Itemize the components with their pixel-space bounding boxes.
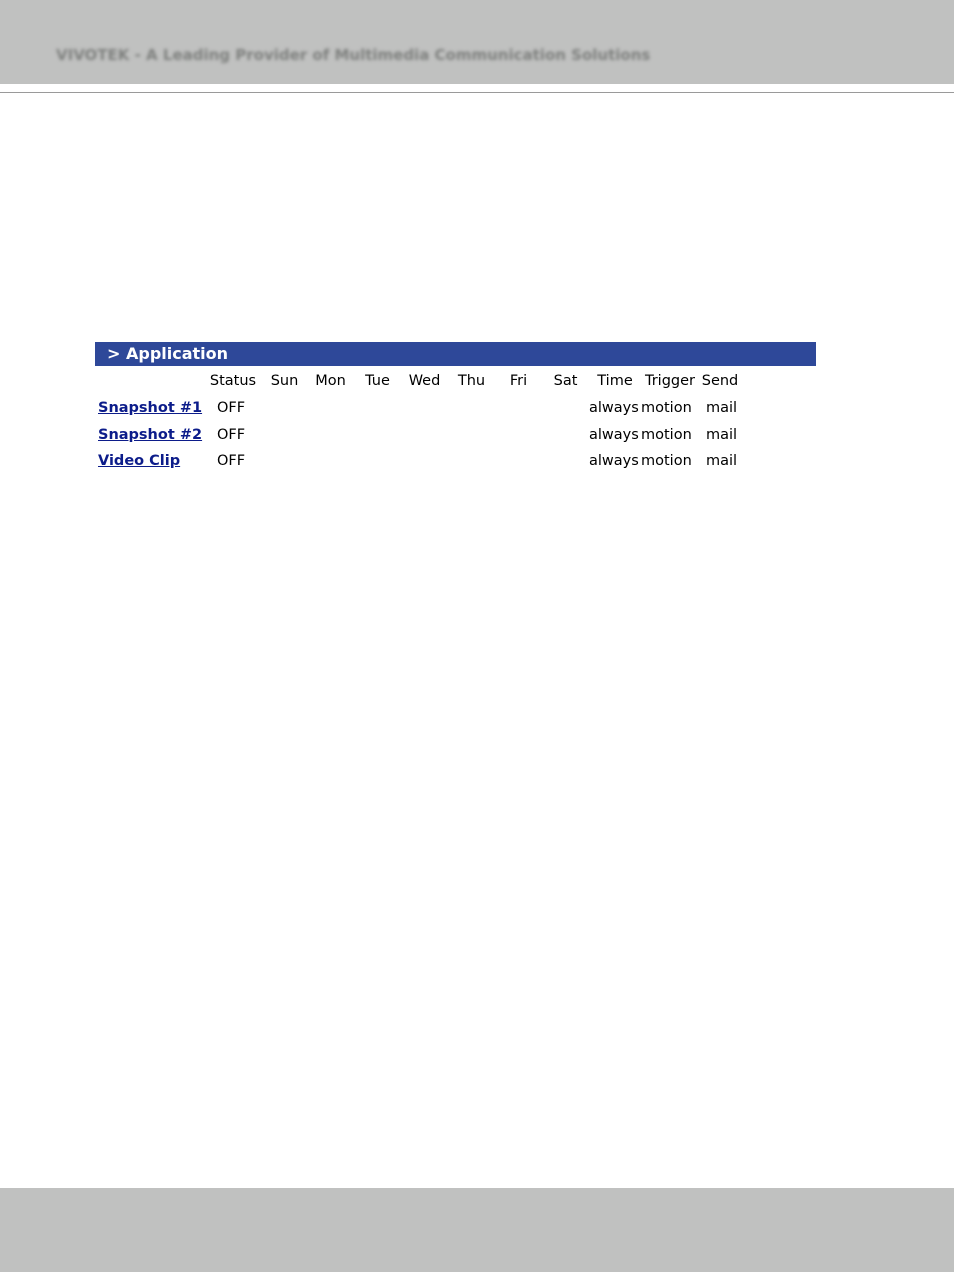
thu-value — [448, 421, 495, 448]
application-table: Status Sun Mon Tue Wed Thu Fri Sat Time … — [95, 368, 741, 475]
send-value: mail — [706, 453, 738, 470]
sun-value — [262, 421, 307, 448]
row-name-cell: Video Clip — [95, 448, 204, 475]
video-clip-link[interactable]: Video Clip — [98, 453, 180, 469]
column-header-sat: Sat — [553, 373, 578, 390]
sat-value — [542, 448, 589, 475]
sun-value — [262, 395, 307, 422]
column-header-sun: Sun — [270, 373, 299, 390]
send-value: mail — [706, 400, 738, 417]
top-header-band: VIVOTEK - A Leading Provider of Multimed… — [0, 0, 954, 84]
time-value: always — [589, 453, 639, 470]
table-row: Snapshot #1 OFF always motion mail — [95, 395, 741, 422]
column-header-thu: Thu — [457, 373, 486, 390]
header-divider — [0, 92, 954, 93]
mon-value — [307, 448, 354, 475]
sat-value — [542, 395, 589, 422]
trigger-value: motion — [641, 453, 692, 470]
mon-value — [307, 395, 354, 422]
status-value: OFF — [217, 400, 246, 417]
table-header-row: Status Sun Mon Tue Wed Thu Fri Sat Time … — [95, 368, 741, 395]
column-header-time: Time — [597, 373, 633, 390]
sun-value — [262, 448, 307, 475]
status-value: OFF — [217, 426, 246, 443]
time-value: always — [589, 426, 639, 443]
wed-value — [401, 395, 448, 422]
bottom-footer-band — [0, 1188, 954, 1272]
header-tagline: VIVOTEK - A Leading Provider of Multimed… — [56, 46, 651, 64]
trigger-value: motion — [641, 426, 692, 443]
application-section-header: > Application — [95, 342, 816, 366]
column-header-name — [95, 368, 204, 395]
column-header-status: Status — [209, 373, 257, 390]
send-value: mail — [706, 426, 738, 443]
trigger-value: motion — [641, 400, 692, 417]
column-header-wed: Wed — [408, 373, 441, 390]
fri-value — [495, 448, 542, 475]
time-value: always — [589, 400, 639, 417]
row-name-cell: Snapshot #2 — [95, 421, 204, 448]
column-header-fri: Fri — [509, 373, 528, 390]
table-row: Video Clip OFF always motion mail — [95, 448, 741, 475]
thu-value — [448, 448, 495, 475]
column-header-tue: Tue — [365, 373, 390, 390]
mon-value — [307, 421, 354, 448]
column-header-mon: Mon — [315, 373, 346, 390]
tue-value — [354, 448, 401, 475]
sat-value — [542, 421, 589, 448]
snapshot-2-link[interactable]: Snapshot #2 — [98, 427, 202, 443]
tue-value — [354, 421, 401, 448]
snapshot-1-link[interactable]: Snapshot #1 — [98, 400, 202, 416]
row-name-cell: Snapshot #1 — [95, 395, 204, 422]
fri-value — [495, 421, 542, 448]
thu-value — [448, 395, 495, 422]
wed-value — [401, 421, 448, 448]
status-value: OFF — [217, 453, 246, 470]
fri-value — [495, 395, 542, 422]
table-row: Snapshot #2 OFF always motion mail — [95, 421, 741, 448]
column-header-send: Send — [701, 373, 739, 390]
column-header-trigger: Trigger — [644, 373, 695, 390]
tue-value — [354, 395, 401, 422]
application-panel: > Application Status Sun Mon Tue Wed Thu… — [95, 342, 816, 475]
wed-value — [401, 448, 448, 475]
